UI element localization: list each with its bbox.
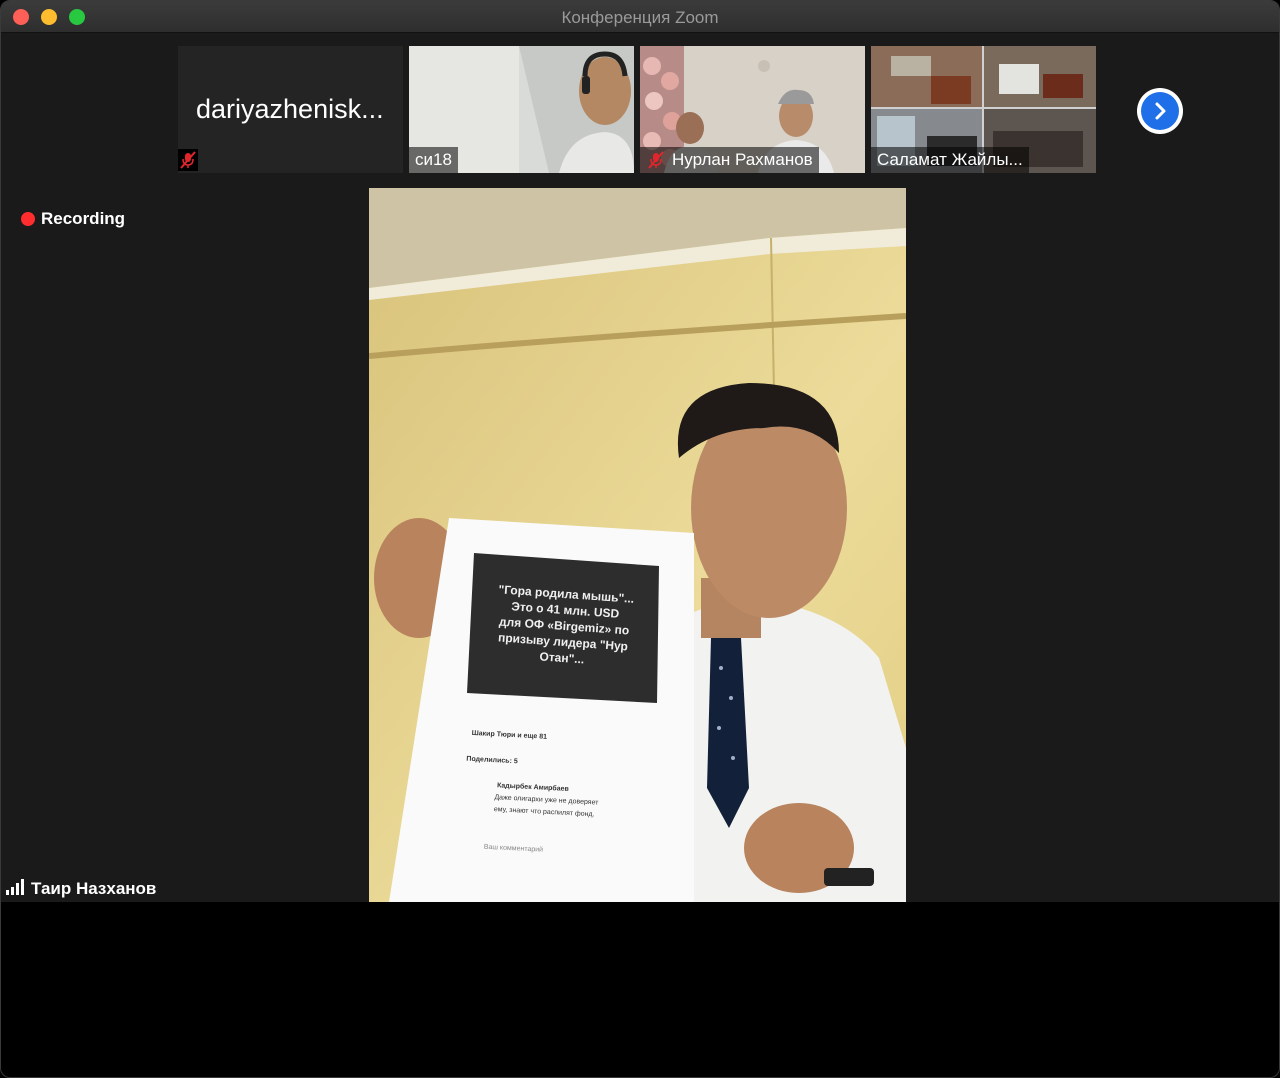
participant-name: Нурлан Рахманов bbox=[672, 150, 813, 169]
speaker-video-frame: "Гора родила мышь"... Это о 41 млн. USD … bbox=[369, 188, 906, 902]
window-title: Конференция Zoom bbox=[561, 8, 719, 27]
participant-label: Саламат Жайлы... bbox=[871, 147, 1029, 173]
active-speaker-label: Таир Назханов bbox=[1, 875, 163, 903]
participant-tile[interactable]: си18 bbox=[409, 46, 634, 173]
zoom-window: Конференция Zoom dariyazhenisk... си18 Н… bbox=[0, 0, 1280, 1078]
active-speaker-video: "Гора родила мышь"... Это о 41 млн. USD … bbox=[369, 188, 906, 902]
muted-microphone-icon bbox=[646, 149, 666, 171]
muted-microphone-icon bbox=[178, 149, 198, 171]
participant-name: Саламат Жайлы... bbox=[877, 150, 1023, 169]
title-bar: Конференция Zoom bbox=[1, 1, 1279, 33]
participant-strip: dariyazhenisk... си18 Нурлан Рахманов Са… bbox=[1, 34, 1279, 186]
participant-label: си18 bbox=[409, 147, 458, 173]
signal-strength-icon bbox=[5, 878, 25, 900]
chevron-right-icon bbox=[1141, 92, 1179, 130]
participant-name: си18 bbox=[415, 150, 452, 169]
participant-name-large: dariyazhenisk... bbox=[196, 94, 384, 124]
participant-label bbox=[178, 147, 198, 173]
recording-label: Recording bbox=[41, 209, 126, 228]
participant-tile[interactable]: Саламат Жайлы... bbox=[871, 46, 1096, 173]
next-participants-button[interactable] bbox=[1137, 88, 1183, 134]
participant-tile[interactable]: dariyazhenisk... bbox=[178, 46, 403, 173]
recording-dot-icon bbox=[21, 212, 35, 226]
recording-indicator[interactable]: Recording bbox=[21, 209, 125, 229]
active-speaker-name: Таир Назханов bbox=[31, 879, 157, 898]
bottom-area bbox=[1, 902, 1279, 1077]
participant-tile[interactable]: Нурлан Рахманов bbox=[640, 46, 865, 173]
participant-label: Нурлан Рахманов bbox=[640, 147, 819, 173]
